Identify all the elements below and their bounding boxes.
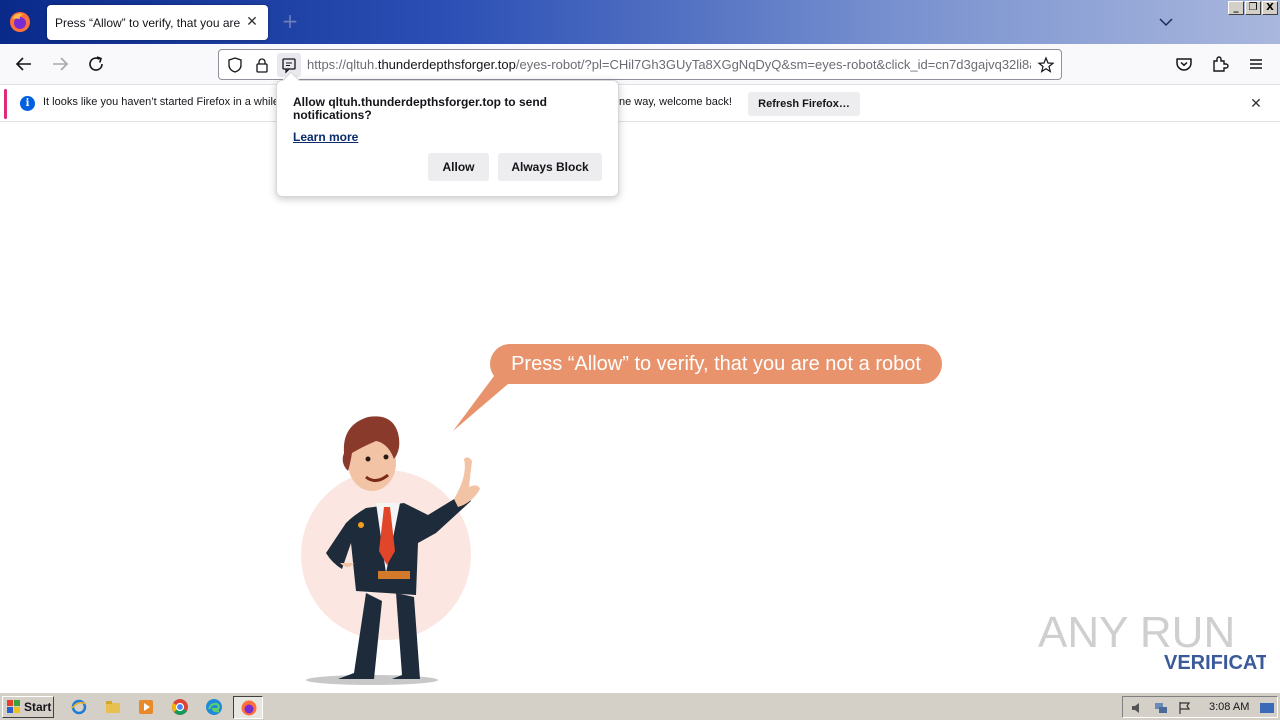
windows-taskbar: Start 3:08 AM: [0, 692, 1280, 720]
reload-icon[interactable]: [84, 52, 108, 76]
learn-more-link[interactable]: Learn more: [293, 130, 358, 144]
internet-explorer-icon[interactable]: [70, 698, 88, 716]
show-desktop-icon[interactable]: [1259, 700, 1275, 716]
firefox-logo-icon[interactable]: [8, 10, 32, 34]
page-content: Press “Allow” to verify, that you are no…: [0, 123, 1280, 692]
system-tray: [1122, 696, 1278, 718]
action-center-flag-icon[interactable]: [1177, 700, 1193, 716]
window-close-button[interactable]: X: [1262, 1, 1278, 15]
window-restore-button[interactable]: ❐: [1245, 1, 1261, 15]
windows-flag-icon: [7, 700, 20, 713]
lock-icon[interactable]: [253, 56, 271, 74]
tab-list-chevron-icon[interactable]: [1157, 13, 1175, 31]
start-label: Start: [24, 700, 52, 714]
notification-text-end: ne way, welcome back!: [619, 96, 732, 108]
network-icon[interactable]: [1153, 700, 1169, 716]
info-icon: i: [20, 96, 35, 111]
media-player-icon[interactable]: [137, 698, 155, 716]
url-bar[interactable]: https://qltuh.thunderdepthsforger.top/ey…: [218, 49, 1062, 80]
volume-icon[interactable]: [1129, 700, 1145, 716]
speech-bubble: Press “Allow” to verify, that you are no…: [490, 344, 942, 384]
edge-icon[interactable]: [205, 698, 223, 716]
url-domain: thunderdepthsforger.top: [377, 57, 516, 72]
notification-accent-stripe: [4, 89, 7, 119]
tab-close-icon[interactable]: ✕: [244, 14, 260, 30]
url-text[interactable]: https://qltuh.thunderdepthsforger.top/ey…: [307, 57, 1031, 72]
watermark-line1: ANY RUN: [1038, 608, 1235, 657]
allow-button[interactable]: Allow: [428, 153, 489, 181]
pocket-icon[interactable]: [1172, 52, 1196, 76]
notification-close-icon[interactable]: ✕: [1248, 96, 1264, 112]
url-path: /eyes-robot/?pl=CHil7Gh3GUyTa8XGgNqDyQ&s…: [515, 57, 1031, 72]
back-arrow-icon[interactable]: [12, 52, 36, 76]
extensions-puzzle-icon[interactable]: [1208, 52, 1232, 76]
businessman-illustration: [301, 416, 480, 685]
watermark-line2: VERIFICATION: [1164, 652, 1266, 674]
file-explorer-icon[interactable]: [104, 698, 122, 716]
taskbar-firefox-active[interactable]: [233, 696, 263, 719]
window-minimize-button[interactable]: _: [1228, 1, 1244, 15]
refresh-firefox-button[interactable]: Refresh Firefox…: [748, 92, 860, 116]
chrome-icon[interactable]: [171, 698, 189, 716]
popup-message: Allow qltuh.thunderdepthsforger.top to s…: [293, 95, 547, 122]
new-tab-icon[interactable]: +: [280, 11, 300, 31]
tab-bar: Press “Allow” to verify, that you are no…: [0, 0, 1280, 44]
anyrun-watermark-logo: ANY RUN VERIFICATION: [1038, 608, 1266, 674]
tab-title: Press “Allow” to verify, that you are no…: [55, 15, 241, 30]
bookmark-star-icon[interactable]: [1037, 56, 1055, 74]
notification-text-start: It looks like you haven’t started Firefo…: [43, 96, 283, 108]
forward-arrow-icon[interactable]: [48, 52, 72, 76]
hamburger-menu-icon[interactable]: [1244, 52, 1268, 76]
taskbar-clock: 3:08 AM: [1209, 701, 1250, 713]
url-prefix: https://qltuh.: [307, 57, 378, 72]
tab-active[interactable]: Press “Allow” to verify, that you are no…: [47, 5, 268, 40]
always-block-button[interactable]: Always Block: [498, 153, 602, 181]
notification-permission-popup: Allow qltuh.thunderdepthsforger.top to s…: [276, 71, 619, 197]
notification-bar: i It looks like you haven’t started Fire…: [0, 86, 1280, 122]
firefox-taskbar-icon: [241, 700, 257, 716]
start-button[interactable]: Start: [2, 696, 54, 718]
navigation-toolbar: https://qltuh.thunderdepthsforger.top/ey…: [0, 44, 1280, 85]
tracking-shield-icon[interactable]: [226, 56, 244, 74]
